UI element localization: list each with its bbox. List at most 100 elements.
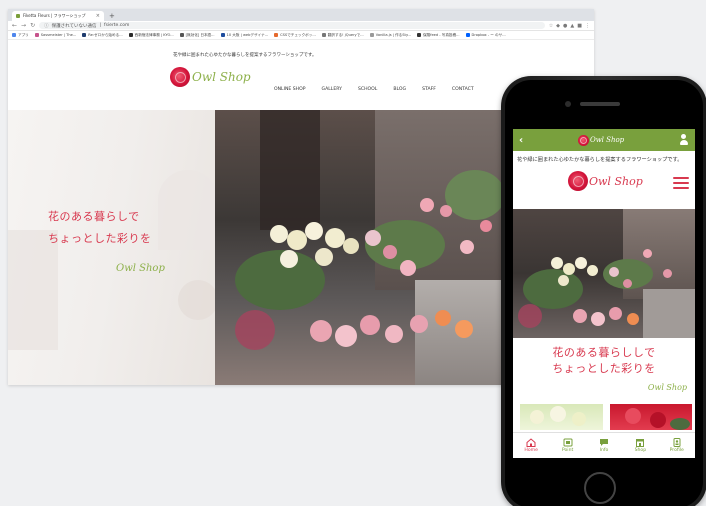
bookmark-favicon-icon (34, 33, 39, 37)
bookmark-item[interactable]: 10 大阪 | webデザイナ... (220, 32, 268, 38)
close-tab-icon[interactable]: × (96, 13, 100, 19)
bookmark-item[interactable]: アプリ (12, 32, 29, 38)
mobile-top-logo[interactable]: Owl Shop (577, 134, 625, 146)
earpiece-speaker (580, 102, 620, 106)
mobile-hero-line-2: ちょっとした彩りを (552, 362, 656, 375)
favicon-icon (16, 14, 20, 18)
url-warning-text: 保護されていない通信 (51, 23, 97, 29)
front-camera-icon (565, 101, 571, 107)
shop-icon (636, 439, 645, 447)
browser-tab-title: Fiketta Fleurs | フラワーショップ (23, 13, 86, 18)
address-bar-row: ← → ↻ ⓘ 保護されていない通信 | fsierte.com ☆ ◆ ● ▲… (8, 21, 594, 31)
mobile-hero-photo (513, 209, 695, 338)
bookmark-favicon-icon (179, 32, 184, 37)
rose-logo-icon (170, 67, 190, 87)
tab-label: Home (524, 448, 538, 453)
bookmark-favicon-icon (274, 32, 279, 37)
extension-icon[interactable]: ● (563, 23, 567, 29)
url-divider: | (99, 23, 101, 28)
bookmark-item[interactable]: Sassmeister | The... (34, 33, 76, 37)
mobile-top-bar: ‹ Owl Shop (513, 129, 695, 151)
bookmark-item[interactable]: Dropbox - ー のサ... (465, 32, 506, 38)
menu-dots-icon[interactable]: ⋮ (585, 23, 590, 29)
mobile-hero-copy: 花のある暮らししで ちょっとした彩りを (513, 345, 695, 377)
mobile-signature: Owl Shop (647, 383, 687, 392)
user-icon[interactable] (679, 134, 689, 146)
hero-line-2: ちょっとした彩りを (48, 232, 152, 245)
hero-line-1: 花のある暮らしで (48, 210, 140, 223)
mobile-thumbnails (520, 404, 692, 430)
dropbox-icon (465, 32, 470, 37)
url-text: fsierte.com (104, 23, 130, 28)
bookmark-item[interactable]: [無効化] 日本語... (179, 32, 215, 38)
phone-home-button[interactable] (584, 472, 616, 504)
hero-signature: Owl Shop (116, 263, 165, 274)
info-circle-icon: ⓘ (44, 23, 49, 29)
tab-info[interactable]: Info (587, 438, 621, 453)
extension-icon[interactable]: ■ (577, 23, 582, 29)
mobile-header: Owl Shop (513, 163, 695, 203)
bookmark-item[interactable]: Re:ゼロから始める... (82, 32, 123, 38)
hero-copy: 花のある暮らしで ちょっとした彩りを (48, 206, 152, 250)
bookmark-favicon-icon (369, 32, 374, 37)
tab-profile[interactable]: Profile (660, 438, 694, 453)
profile-icon (673, 438, 681, 447)
info-bubble-icon (599, 439, 608, 446)
thumbnail-image[interactable] (520, 404, 603, 430)
mobile-top-logo-text: Owl Shop (589, 136, 625, 144)
tab-label: Shop (634, 448, 647, 453)
new-tab-icon[interactable]: + (109, 11, 115, 21)
nav-blog[interactable]: BLOG (385, 87, 414, 92)
hamburger-menu-icon[interactable] (673, 177, 689, 189)
forward-arrow-icon[interactable]: → (21, 22, 26, 29)
chevron-left-icon[interactable]: ‹ (519, 135, 523, 146)
bookmark-favicon-icon (417, 32, 421, 37)
mobile-tab-bar: Home Point Info Shop Profile (513, 432, 695, 458)
bookmark-favicon-icon (128, 32, 133, 37)
extension-icon[interactable]: ▲ (570, 23, 574, 29)
tab-home[interactable]: Home (514, 438, 548, 453)
mobile-screen: ‹ Owl Shop 花や緑に囲まれた心ゆたかな暮らしを提案するフラワーショップ… (513, 129, 695, 458)
tab-label: Point (561, 448, 574, 453)
nav-staff[interactable]: STAFF (414, 87, 444, 92)
smartphone-mockup: ‹ Owl Shop 花や緑に囲まれた心ゆたかな暮らしを提案するフラワーショップ… (501, 76, 706, 506)
tab-point[interactable]: Point (551, 438, 585, 453)
browser-tab[interactable]: Fiketta Fleurs | フラワーショップ × (12, 11, 104, 21)
extension-icon[interactable]: ◆ (556, 23, 560, 29)
site-logo[interactable]: Owl Shop (170, 67, 251, 87)
home-icon (526, 438, 536, 447)
logo-text: Owl Shop (192, 70, 251, 84)
nav-school[interactable]: SCHOOL (350, 87, 385, 92)
back-arrow-icon[interactable]: ← (12, 22, 17, 29)
star-bookmark-icon[interactable]: ☆ (549, 23, 553, 29)
mobile-hero-line-1: 花のある暮らししで (552, 346, 656, 359)
site-tagline: 花や緑に囲まれた心ゆたかな暮らしを提案するフラワーショップです。 (173, 53, 317, 58)
bookmark-item[interactable]: Vanilla.js | 作るSty... (369, 32, 411, 38)
browser-tab-bar: Fiketta Fleurs | フラワーショップ × + (8, 9, 594, 21)
mobile-logo-text: Owl Shop (589, 174, 643, 188)
thumbnail-image[interactable] (609, 404, 692, 430)
tab-shop[interactable]: Shop (623, 438, 657, 453)
bookmark-item[interactable]: 翻訳する! jQueryで... (321, 32, 364, 38)
bookmark-favicon-icon (82, 32, 87, 37)
bookmark-item[interactable]: 西新宿法律事務 | KYO... (128, 32, 174, 38)
tab-label: Profile (669, 448, 684, 453)
nav-gallery[interactable]: GALLERY (314, 87, 350, 92)
hero-text-panel: 花のある暮らしで ちょっとした彩りを Owl Shop (8, 110, 215, 385)
bookmark-favicon-icon (321, 32, 326, 37)
url-field[interactable]: ⓘ 保護されていない通信 | fsierte.com (39, 22, 545, 29)
point-card-icon (563, 438, 573, 447)
bookmark-item[interactable]: CSSでチェックボッ... (274, 32, 316, 38)
mobile-tagline: 花や緑に囲まれた心ゆたかな暮らしを提案するフラワーショップです。 (517, 157, 683, 163)
global-nav: ONLINE SHOP GALLERY SCHOOL BLOG STAFF CO… (274, 87, 482, 92)
nav-online-shop[interactable]: ONLINE SHOP (274, 87, 314, 92)
nav-contact[interactable]: CONTACT (444, 87, 482, 92)
rose-logo-icon (577, 134, 589, 146)
tab-label: Info (599, 448, 609, 453)
reload-icon[interactable]: ↻ (30, 22, 35, 29)
bookmark-item[interactable]: 保険feed - 写真投稿... (417, 32, 460, 38)
bookmarks-bar: アプリ Sassmeister | The... Re:ゼロから始める... 西… (8, 31, 594, 40)
mobile-logo[interactable]: Owl Shop (568, 171, 643, 191)
rose-logo-icon (568, 171, 588, 191)
bookmark-favicon-icon (220, 32, 225, 37)
